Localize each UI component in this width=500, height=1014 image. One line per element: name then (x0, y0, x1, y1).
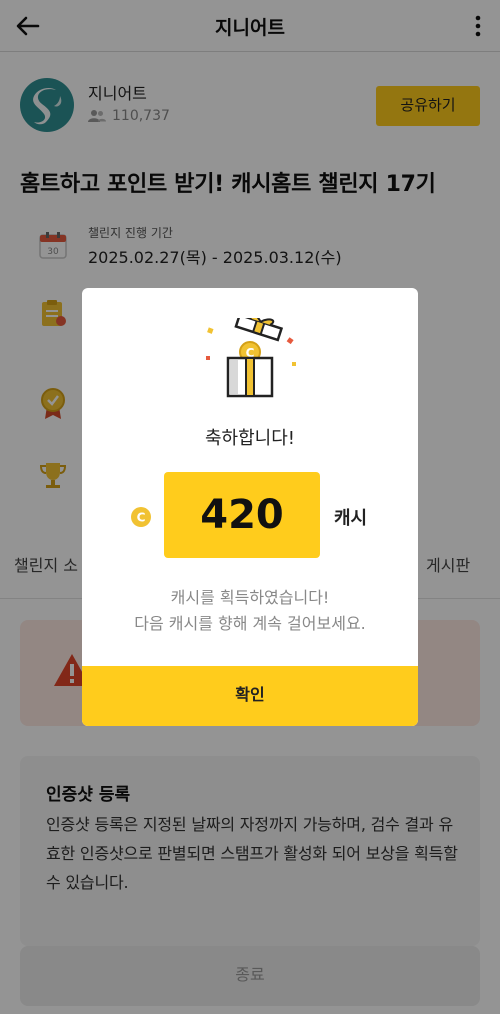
reward-amount: 420 (200, 492, 284, 538)
gift-box-icon: C (206, 318, 296, 398)
reward-amount-box: 420 (164, 472, 320, 558)
page: 지니어트 지니어트 110,737 공유하기 홈트하고 포인트 받기! 캐시홈트… (0, 0, 500, 1014)
reward-message-line1: 캐시를 획득하였습니다! (170, 588, 330, 607)
reward-message-line2: 다음 캐시를 향해 계속 걸어보세요. (134, 614, 366, 633)
coin-icon: C (131, 507, 151, 527)
reward-unit: 캐시 (334, 508, 368, 529)
confirm-button[interactable]: 확인 (82, 666, 418, 726)
reward-modal: C 축하합니다! C 420 캐시 캐시를 획득하였습니다! 다음 캐시를 향해… (82, 288, 418, 726)
congrats-text: 축하합니다! (204, 428, 295, 449)
svg-text:C: C (137, 511, 146, 525)
